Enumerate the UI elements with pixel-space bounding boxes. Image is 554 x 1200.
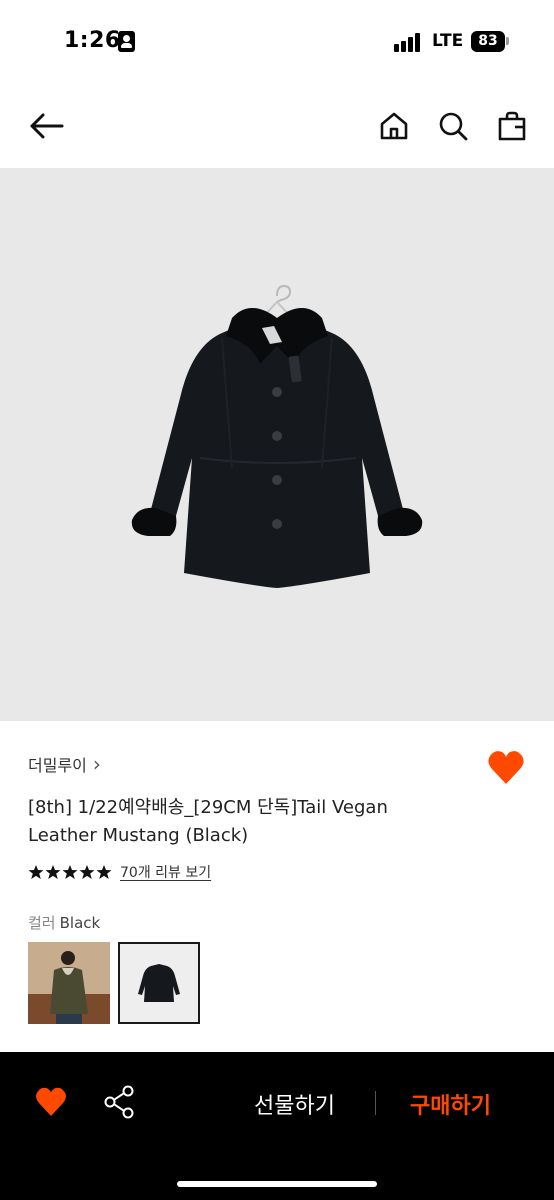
contact-card-icon [118,31,135,52]
shopping-bag-icon [498,111,526,141]
search-button[interactable] [431,104,475,148]
divider [375,1091,376,1115]
black-coat-image [131,284,423,588]
star-icon [96,865,112,879]
model-photo-thumbnail [28,942,110,1024]
buy-button[interactable]: 구매하기 [410,1088,491,1120]
cellular-signal-icon [394,32,424,52]
arrow-left-icon [30,113,64,139]
back-button[interactable] [24,104,68,148]
battery-tip-icon [506,37,509,45]
star-icon [79,865,95,879]
brand-link[interactable]: 더밀루이 › [28,752,101,776]
product-title: [8th] 1/22예약배송_[29CM 단독]Tail Vegan Leath… [28,797,388,846]
status-bar: 1:26 LTE 83 [0,0,554,84]
search-icon [439,112,468,141]
star-icon [62,865,78,879]
product-image[interactable] [0,168,554,721]
heart-icon[interactable] [34,1085,68,1119]
color-label: 컬러 [28,914,56,932]
bottom-action-bar: 선물하기 구매하기 [0,1052,554,1200]
color-option-label: 컬러 Black [28,912,100,933]
color-swatch-black[interactable] [118,942,200,1024]
top-nav-bar [0,84,554,168]
rating-row: 70개 리뷰 보기 [28,862,211,882]
color-value: Black [59,914,101,932]
battery-level: 83 [471,31,505,52]
share-icon[interactable] [103,1085,135,1119]
cart-button[interactable] [490,104,534,148]
star-rating [28,864,112,880]
chevron-right-icon: › [92,752,101,776]
star-icon [28,865,44,879]
star-icon [45,865,61,879]
status-time: 1:26 [64,28,121,53]
review-link[interactable]: 70개 리뷰 보기 [120,862,211,882]
gift-button[interactable]: 선물하기 [254,1088,335,1120]
wishlist-heart-icon[interactable] [486,748,526,788]
black-coat-thumbnail [138,964,180,1002]
home-indicator[interactable] [177,1181,377,1187]
brand-name: 더밀루이 [28,756,87,775]
network-type: LTE [432,31,464,51]
home-icon [380,112,408,140]
home-button[interactable] [372,104,416,148]
color-swatch-model[interactable] [28,942,110,1024]
